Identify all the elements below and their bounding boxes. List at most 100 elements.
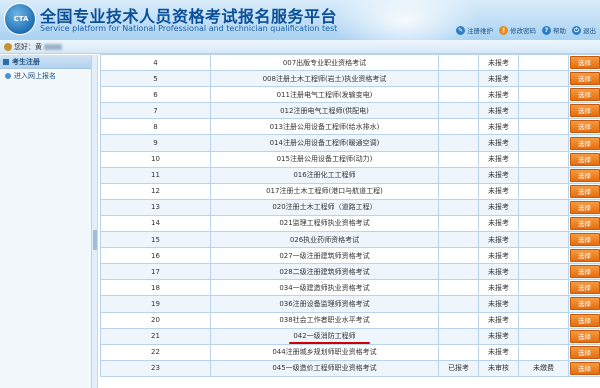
- exam-name-cell: 015注册公用设备工程师(动力): [210, 150, 439, 168]
- select-button[interactable]: 选择: [569, 281, 600, 295]
- select-button[interactable]: 选择: [569, 233, 600, 247]
- select-button[interactable]: 选择: [569, 313, 600, 327]
- logo: CTA: [4, 3, 36, 35]
- apply-status: [438, 247, 479, 265]
- welcome-text: 您好：黄: [14, 43, 42, 51]
- payment-status: 未缴费: [518, 359, 569, 377]
- select-button[interactable]: 选择: [569, 152, 600, 166]
- row-number: 9: [100, 134, 211, 152]
- payment-status: [518, 263, 569, 281]
- help-link[interactable]: ? 帮助: [542, 25, 566, 35]
- select-button[interactable]: 选择: [569, 72, 600, 86]
- register-maintain-link[interactable]: ✎ 注册维护: [456, 25, 493, 35]
- apply-status: [438, 343, 479, 361]
- exam-name: 020注册土木工程师（道路工程）: [272, 202, 376, 212]
- exam-name: 014注册公用设备工程师(暖通空调): [270, 138, 380, 148]
- select-button[interactable]: 选择: [569, 249, 600, 263]
- logo-text: CTA: [13, 15, 29, 23]
- table-row: 20 038社会工作者职业水平考试 未报考 选择: [100, 311, 600, 329]
- exam-name-cell: 036注册设备监理师资格考试: [210, 295, 439, 313]
- exam-name-cell: 011注册电气工程师(发输变电): [210, 86, 439, 104]
- apply-status: [438, 231, 479, 249]
- row-number: 12: [100, 182, 211, 200]
- splitter-grip-icon[interactable]: [93, 230, 97, 250]
- row-number: 8: [100, 118, 211, 136]
- payment-status: [518, 214, 569, 233]
- select-button[interactable]: 选择: [569, 345, 600, 359]
- row-number: 20: [100, 311, 211, 329]
- welcome-text-wrap: 您好：黄: [4, 42, 62, 52]
- row-number: 4: [100, 54, 211, 72]
- select-button[interactable]: 选择: [569, 200, 600, 214]
- review-status: 未报考: [478, 343, 519, 361]
- exam-name: 026执业药师资格考试: [290, 235, 359, 245]
- table-row: 9 014注册公用设备工程师(暖通空调) 未报考 选择: [100, 134, 600, 152]
- select-cell: 选择: [568, 247, 600, 265]
- exam-name: 042一级消防工程师: [289, 331, 370, 344]
- row-number: 10: [100, 150, 211, 168]
- select-cell: 选择: [568, 134, 600, 152]
- review-status: 未报考: [478, 231, 519, 249]
- exam-name: 017注册土木工程师(港口与航道工程): [266, 186, 383, 196]
- payment-status: [518, 182, 569, 200]
- apply-status: [438, 118, 479, 136]
- exam-name-cell: 038社会工作者职业水平考试: [210, 311, 439, 329]
- exam-name-text: 014注册公用设备工程师(暖通空调): [269, 139, 380, 148]
- select-button[interactable]: 选择: [569, 56, 600, 70]
- row-number: 15: [100, 231, 211, 249]
- row-number: 18: [100, 279, 211, 297]
- select-cell: 选择: [568, 70, 600, 88]
- row-number: 11: [100, 166, 211, 184]
- review-status: 未报考: [478, 70, 519, 88]
- select-button[interactable]: 选择: [569, 136, 600, 150]
- select-cell: 选择: [568, 359, 600, 377]
- select-button[interactable]: 选择: [569, 104, 600, 118]
- exam-name: 034一级建造师执业资格考试: [279, 283, 369, 293]
- select-button[interactable]: 选择: [569, 216, 600, 230]
- select-cell: 选择: [568, 150, 600, 168]
- table-row: 6 011注册电气工程师(发输变电) 未报考 选择: [100, 86, 600, 104]
- apply-status: [438, 295, 479, 313]
- logout-link[interactable]: ⏻ 退出: [572, 25, 596, 35]
- exam-list: 4 007出版专业职业资格考试 未报考 选择 5 008注册土木工程师(岩土)执业资格考试…: [100, 54, 600, 388]
- table-row: 16 027一级注册建筑师资格考试 未报考 选择: [100, 247, 600, 265]
- select-button[interactable]: 选择: [569, 184, 600, 198]
- change-password-link[interactable]: ⚷ 修改密码: [499, 25, 536, 35]
- select-button[interactable]: 选择: [569, 120, 600, 134]
- review-status: 未报考: [478, 86, 519, 104]
- table-row: 17 028二级注册建筑师资格考试 未报考 选择: [100, 263, 600, 281]
- square-icon: [3, 58, 9, 65]
- exam-name-text: 038社会工作者职业水平考试: [279, 316, 370, 325]
- select-button[interactable]: 选择: [569, 168, 600, 182]
- select-button[interactable]: 选择: [569, 265, 600, 279]
- select-cell: 选择: [568, 198, 600, 216]
- select-cell: 选择: [568, 166, 600, 184]
- exam-name: 016注册化工工程师: [293, 170, 355, 180]
- exam-name: 045一级造价工程师职业资格考试: [272, 363, 376, 373]
- exam-name: 036注册设备监理师资格考试: [279, 299, 369, 309]
- select-button[interactable]: 选择: [569, 329, 600, 343]
- select-button[interactable]: 选择: [569, 88, 600, 102]
- exam-name-text: 021监理工程师执业资格考试: [279, 219, 370, 228]
- select-cell: 选择: [568, 231, 600, 249]
- sidebar-item-online-registration[interactable]: 进入网上报名: [0, 69, 91, 82]
- welcome-bar: 您好：黄: [0, 40, 600, 54]
- payment-status: [518, 134, 569, 152]
- exam-name-cell: 044注册城乡规划师职业资格考试: [210, 343, 439, 361]
- exam-name-cell: 045一级造价工程师职业资格考试: [210, 359, 439, 377]
- exam-name-cell: 014注册公用设备工程师(暖通空调): [210, 134, 439, 152]
- table-row: 11 016注册化工工程师 未报考 选择: [100, 166, 600, 184]
- select-button[interactable]: 选择: [569, 361, 600, 375]
- exam-name-text: 017注册土木工程师(港口与航道工程): [266, 187, 383, 196]
- apply-status: [438, 86, 479, 104]
- exam-name-text: 026执业药师资格考试: [289, 235, 360, 244]
- table-row: 12 017注册土木工程师(港口与航道工程) 未报考 选择: [100, 182, 600, 200]
- exam-name-cell: 016注册化工工程师: [210, 166, 439, 184]
- table-row: 18 034一级建造师执业资格考试 未报考 选择: [100, 279, 600, 297]
- select-cell: 选择: [568, 214, 600, 233]
- payment-status: [518, 279, 569, 297]
- select-button[interactable]: 选择: [569, 297, 600, 311]
- tool-label: 修改密码: [510, 27, 536, 35]
- key-icon: ⚷: [499, 25, 508, 35]
- sidebar-splitter[interactable]: [92, 55, 98, 388]
